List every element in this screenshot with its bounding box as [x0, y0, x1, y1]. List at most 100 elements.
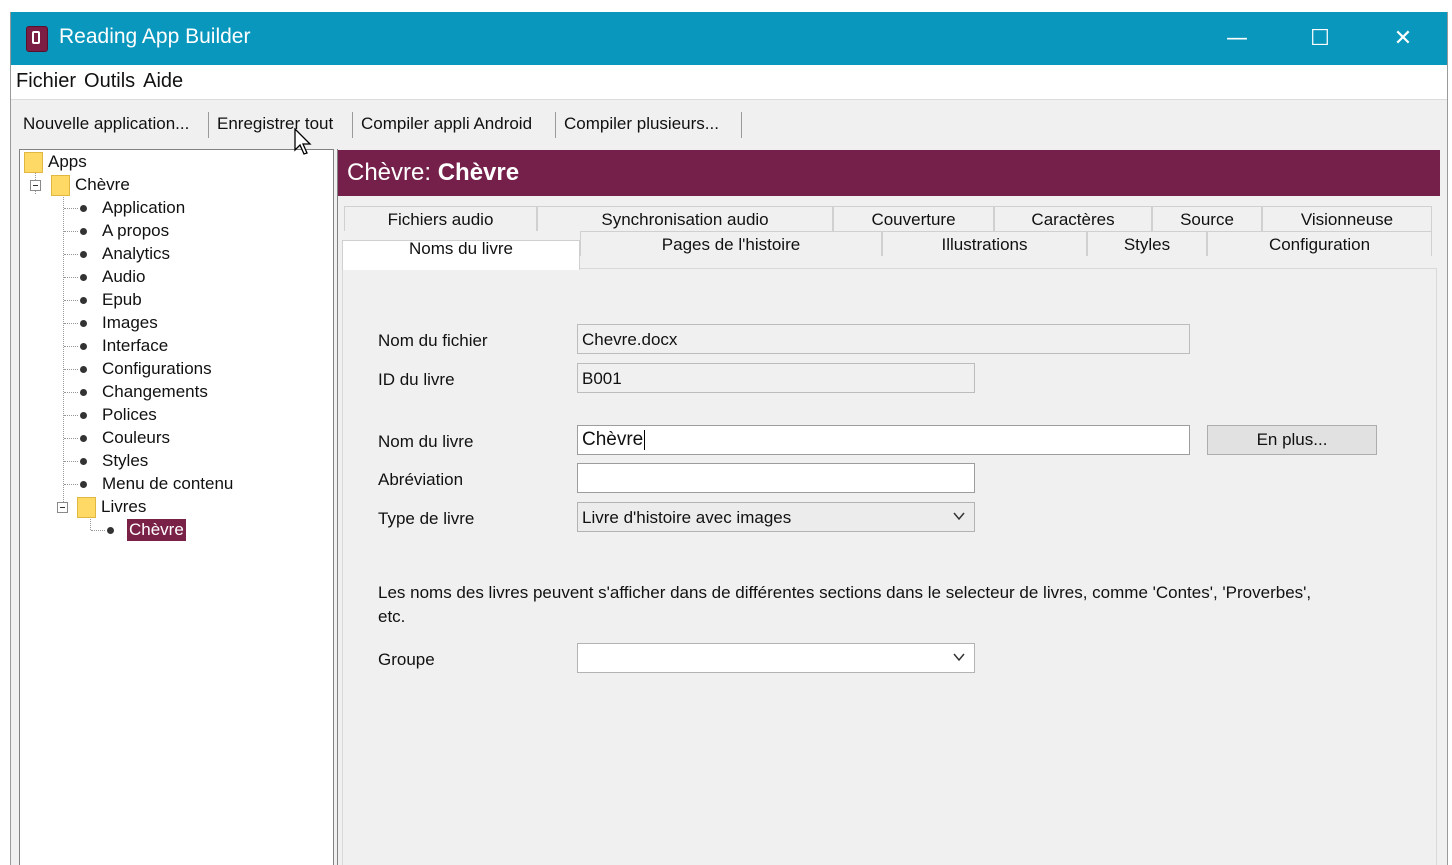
bullet-icon	[80, 297, 87, 304]
toolbar-separator	[741, 112, 742, 138]
toolbar-separator	[208, 112, 209, 138]
abbreviation-input[interactable]	[577, 463, 975, 493]
tree-label: Polices	[102, 405, 157, 424]
tree-connector	[64, 254, 78, 255]
book-header-title: Chèvre: Chèvre	[347, 159, 519, 187]
tree-label: Changements	[102, 382, 208, 401]
folder-icon	[51, 175, 70, 196]
tree-label: Analytics	[102, 244, 171, 263]
tab-fichiers-audio[interactable]: Fichiers audio	[344, 206, 537, 231]
tab-synchronisation-audio[interactable]: Synchronisation audio	[537, 206, 833, 231]
editor-pane: Chèvre: Chèvre Fichiers audio Synchronis…	[337, 149, 1440, 865]
tree-connector	[64, 277, 78, 278]
book-id-field[interactable]: B001	[577, 363, 975, 393]
tab-source[interactable]: Source	[1152, 206, 1262, 231]
tree-label: Menu de contenu	[102, 474, 234, 493]
tree-label: Couleurs	[102, 428, 171, 447]
tab-caracteres[interactable]: Caractères	[994, 206, 1152, 231]
tree-connector	[64, 461, 78, 462]
book-name-label: Nom du livre	[378, 432, 474, 451]
bullet-icon	[80, 389, 87, 396]
bullet-icon	[80, 205, 87, 212]
bullet-icon	[80, 481, 87, 488]
menu-fichier[interactable]: Fichier	[11, 65, 79, 93]
close-button[interactable]: ✕	[1363, 12, 1443, 65]
new-application-button[interactable]: Nouvelle application...	[17, 114, 195, 134]
tab-illustrations[interactable]: Illustrations	[882, 231, 1087, 256]
tab-styles[interactable]: Styles	[1087, 231, 1207, 256]
window-title: Reading App Builder	[59, 25, 251, 48]
menu-bar: Fichier Outils Aide	[11, 65, 1447, 100]
bullet-icon	[80, 366, 87, 373]
tree-label: Audio	[102, 267, 146, 286]
toolbar-separator	[555, 112, 556, 138]
tree-connector	[64, 231, 78, 232]
group-help-text: Les noms des livres peuvent s'afficher d…	[378, 583, 1312, 626]
tab-panel-noms-du-livre	[342, 268, 1437, 865]
filename-field[interactable]: Chevre.docx	[577, 324, 1190, 354]
bullet-icon	[80, 228, 87, 235]
maximize-button[interactable]: ☐	[1280, 12, 1360, 65]
menu-aide[interactable]: Aide	[138, 65, 186, 93]
tree-connector	[91, 530, 105, 531]
tree-connector	[64, 369, 78, 370]
app-logo-icon	[26, 26, 48, 52]
tab-pages-histoire[interactable]: Pages de l'histoire	[580, 231, 882, 256]
bullet-icon	[80, 320, 87, 327]
book-name-input[interactable]: Chèvre	[577, 425, 1190, 455]
book-name-value: Chèvre	[582, 429, 644, 450]
book-type-select[interactable]: Livre d'histoire avec images	[577, 502, 975, 532]
toolbar: Nouvelle application... Enregistrer tout…	[11, 100, 1447, 148]
tree-label: Styles	[102, 451, 149, 470]
mouse-pointer-icon	[294, 128, 312, 155]
tab-couverture[interactable]: Couverture	[833, 206, 994, 231]
bullet-icon	[80, 412, 87, 419]
header-prefix: Chèvre:	[347, 159, 432, 186]
title-bar[interactable]: Reading App Builder — ☐ ✕	[11, 12, 1447, 65]
folder-icon	[77, 497, 96, 518]
bullet-icon	[80, 435, 87, 442]
build-android-button[interactable]: Compiler appli Android	[355, 114, 538, 134]
project-tree[interactable]: Apps Chèvre Application A propos Analyti…	[19, 149, 334, 865]
tree-label: Images	[102, 313, 158, 332]
tree-label: Configurations	[102, 359, 212, 378]
app-window: Reading App Builder — ☐ ✕ Fichier Outils A…	[10, 12, 1448, 865]
book-type-label: Type de livre	[378, 509, 475, 528]
book-header: Chèvre: Chèvre	[338, 150, 1440, 196]
tab-configuration[interactable]: Configuration	[1207, 231, 1432, 256]
chevron-down-icon	[953, 653, 965, 662]
tree-label: Chèvre	[75, 175, 130, 194]
collapse-toggle-icon[interactable]	[30, 180, 41, 191]
tree-label: A propos	[102, 221, 170, 240]
bullet-icon	[80, 274, 87, 281]
bullet-icon	[80, 343, 87, 350]
minimize-button[interactable]: —	[1197, 12, 1277, 65]
more-button[interactable]: En plus...	[1207, 425, 1377, 455]
build-multiple-button[interactable]: Compiler plusieurs...	[558, 114, 725, 134]
tree-connector	[63, 194, 64, 510]
filename-label: Nom du fichier	[378, 331, 488, 350]
tree-connector	[64, 415, 78, 416]
tree-connector	[64, 484, 78, 485]
tree-connector	[64, 300, 78, 301]
tree-label: Application	[102, 198, 186, 217]
tree-label: Epub	[102, 290, 142, 309]
tree-connector	[64, 438, 78, 439]
header-book-name: Chèvre	[437, 159, 520, 186]
book-type-value: Livre d'histoire avec images	[582, 508, 792, 527]
abbreviation-label: Abréviation	[378, 470, 464, 489]
collapse-toggle-icon[interactable]	[57, 502, 68, 513]
tree-connector	[64, 346, 78, 347]
tree-label-selected: Chèvre	[127, 519, 186, 541]
bullet-icon	[107, 527, 114, 534]
group-select[interactable]	[577, 643, 975, 673]
bullet-icon	[80, 251, 87, 258]
menu-outils[interactable]: Outils	[79, 65, 138, 93]
tree-connector	[64, 208, 78, 209]
save-all-button[interactable]: Enregistrer tout	[211, 114, 339, 134]
tab-visionneuse[interactable]: Visionneuse	[1262, 206, 1432, 231]
book-id-label: ID du livre	[378, 370, 455, 389]
tab-noms-du-livre[interactable]: Noms du livre	[342, 240, 580, 270]
chevron-down-icon	[953, 512, 965, 521]
toolbar-separator	[352, 112, 353, 138]
